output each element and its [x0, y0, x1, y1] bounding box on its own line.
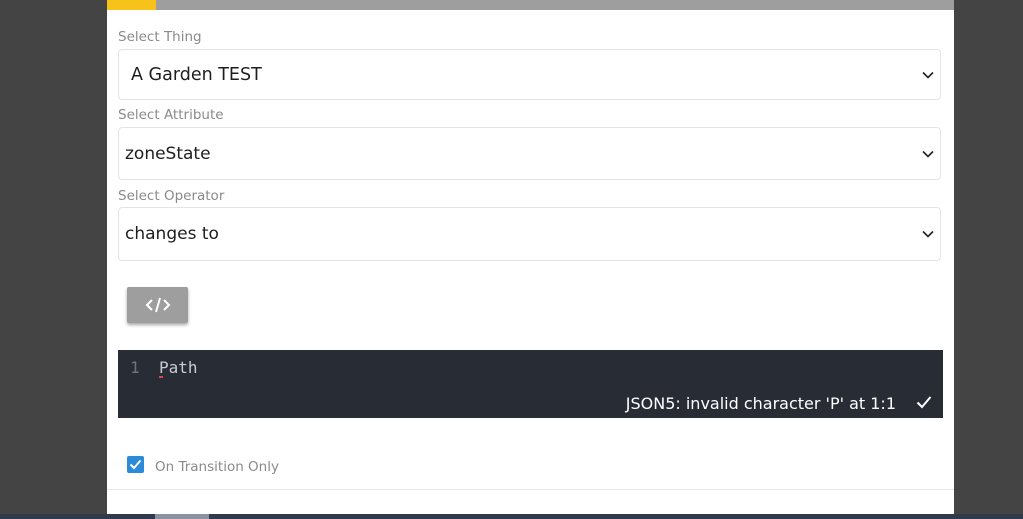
checkmark-icon — [129, 459, 142, 470]
lint-status-message: JSON5: invalid character 'P' at 1:1 — [625, 394, 896, 413]
code-line[interactable]: Path — [159, 358, 198, 377]
select-attribute-label: Select Attribute — [118, 107, 224, 123]
lint-error-marker — [159, 376, 163, 378]
select-thing-label: Select Thing — [118, 29, 202, 45]
select-attribute-dropdown[interactable]: zoneState — [118, 127, 941, 180]
json-editor[interactable]: 1 Path JSON5: invalid character 'P' at 1… — [118, 350, 943, 418]
code-toggle-button[interactable] — [127, 287, 188, 323]
on-transition-checkbox[interactable] — [127, 456, 144, 473]
select-attribute-value: zoneState — [125, 143, 211, 164]
select-thing-value: A Garden TEST — [131, 64, 262, 85]
divider — [107, 489, 954, 490]
taskbar-highlight — [155, 514, 209, 519]
select-operator-label: Select Operator — [118, 188, 225, 204]
select-thing-dropdown[interactable]: A Garden TEST — [118, 49, 941, 100]
progress-bar — [107, 0, 954, 10]
dialog-panel: Select Thing A Garden TEST Select Attrib… — [107, 0, 954, 519]
select-operator-dropdown[interactable]: changes to — [118, 207, 941, 261]
code-icon — [145, 297, 170, 313]
chevron-down-icon — [922, 71, 934, 79]
select-operator-value: changes to — [125, 224, 219, 244]
progress-fill — [107, 0, 157, 10]
line-number: 1 — [130, 358, 140, 377]
check-icon[interactable] — [916, 395, 932, 409]
taskbar-strip — [0, 514, 1023, 519]
on-transition-label: On Transition Only — [155, 459, 279, 475]
chevron-down-icon — [922, 150, 934, 158]
chevron-down-icon — [922, 230, 934, 238]
